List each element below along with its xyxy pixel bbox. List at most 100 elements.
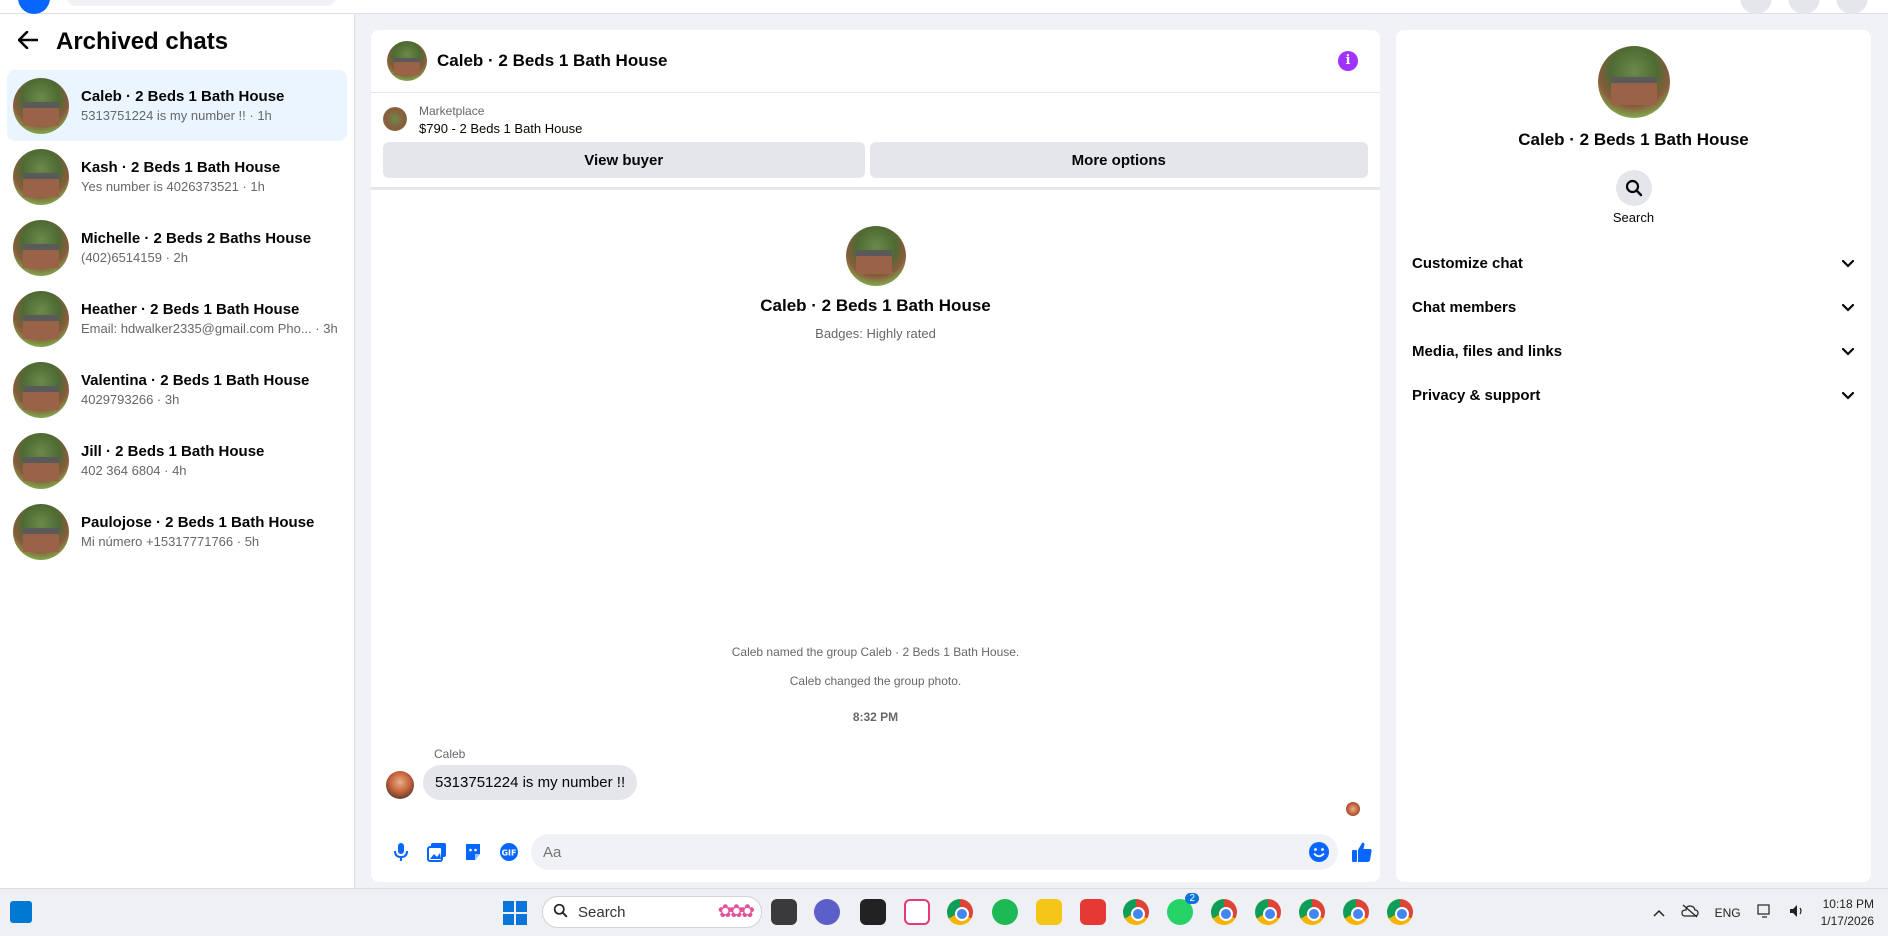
network-icon[interactable] [1757, 904, 1773, 921]
listing-price-title[interactable]: $790 - 2 Beds 1 Bath House [419, 120, 582, 138]
chat-preview: 5313751224 is my number !! · 1h [81, 107, 272, 123]
marketplace-label: Marketplace [419, 104, 485, 118]
taskbar-search[interactable]: Search ✿✿✿ [542, 896, 762, 928]
chrome-icon[interactable] [947, 899, 973, 925]
widgets-icon[interactable] [10, 901, 32, 923]
microphone-icon[interactable] [383, 834, 419, 870]
back-arrow-icon[interactable] [17, 28, 56, 56]
system-message: Caleb named the group Caleb · 2 Beds 1 B… [731, 645, 1020, 659]
section-chat-members[interactable]: Chat members [1396, 285, 1871, 329]
chrome-profile-icon[interactable] [1211, 899, 1237, 925]
chevron-down-icon [1841, 387, 1855, 404]
teams-icon[interactable] [814, 899, 840, 925]
facebook-search-input[interactable] [66, 0, 336, 6]
archived-chats-sidebar: Archived chats Caleb · 2 Beds 1 Bath Hou… [0, 14, 355, 888]
sender-avatar[interactable] [386, 771, 414, 799]
chat-item-michelle[interactable]: Michelle · 2 Beds 2 Baths House (402)651… [7, 212, 347, 283]
details-avatar[interactable] [1597, 46, 1670, 118]
chat-name: Jill · 2 Beds 1 Bath House [81, 442, 265, 460]
section-label: Privacy & support [1412, 386, 1541, 404]
chat-name: Heather · 2 Beds 1 Bath House [81, 300, 300, 318]
section-media-files-links[interactable]: Media, files and links [1396, 329, 1871, 373]
conversation-intro: Caleb · 2 Beds 1 Bath House Badges: High… [371, 226, 1380, 341]
chat-preview: Yes number is 4026373521 · 1h [81, 178, 265, 194]
chat-name: Michelle · 2 Beds 2 Baths House [81, 229, 312, 247]
chat-name: Caleb · 2 Beds 1 Bath House [81, 87, 285, 105]
chevron-up-icon[interactable] [1653, 906, 1665, 920]
gif-icon[interactable]: GIF [491, 834, 527, 870]
sidebar-title: Archived chats [56, 28, 229, 55]
chat-item-jill[interactable]: Jill · 2 Beds 1 Bath House 402 364 6804 … [7, 425, 347, 496]
search-label: Search [1612, 210, 1655, 225]
notifications-icon[interactable] [1788, 0, 1820, 14]
chat-item-kash[interactable]: Kash · 2 Beds 1 Bath House Yes number is… [7, 141, 347, 212]
taskbar-search-label: Search [578, 903, 626, 921]
chrome-profile-icon[interactable] [1299, 899, 1325, 925]
top-navigation-bar [0, 0, 1888, 14]
chat-name: Kash · 2 Beds 1 Bath House [81, 158, 281, 176]
chat-details-panel: Caleb · 2 Beds 1 Bath House Search Custo… [1396, 30, 1871, 882]
chat-item-valentina[interactable]: Valentina · 2 Beds 1 Bath House 40297932… [7, 354, 347, 425]
clock-time: 10:18 PM [1822, 896, 1874, 911]
listing-thumbnail[interactable] [383, 107, 407, 131]
volume-icon[interactable] [1789, 904, 1805, 921]
chrome-profile-icon[interactable] [1123, 899, 1149, 925]
system-message: Caleb changed the group photo. [789, 674, 962, 688]
message-bubble[interactable]: 5313751224 is my number !! [423, 765, 638, 800]
thumbs-up-icon[interactable] [1344, 834, 1380, 870]
message-input[interactable] [543, 843, 1283, 861]
snipping-tool-icon[interactable] [904, 899, 930, 925]
view-buyer-button[interactable]: View buyer [383, 142, 865, 178]
whatsapp-icon[interactable]: 2 [1167, 893, 1199, 925]
account-avatar[interactable] [1836, 0, 1868, 14]
task-view-icon[interactable] [771, 899, 797, 925]
chat-preview: Email: hdwalker2335@gmail.com Pho... · 3… [81, 320, 338, 336]
more-options-button[interactable]: More options [869, 142, 1368, 178]
info-icon[interactable]: i [1338, 51, 1358, 71]
conversation-avatar[interactable] [387, 41, 427, 81]
chat-item-paulojose[interactable]: Paulojose · 2 Beds 1 Bath House Mi númer… [7, 496, 347, 567]
section-label: Media, files and links [1412, 342, 1563, 360]
chat-preview: 4029793266 · 3h [81, 391, 180, 407]
notification-badge: 2 [1185, 893, 1199, 904]
sticker-icon[interactable] [455, 834, 491, 870]
search-icon[interactable] [1615, 170, 1652, 206]
chat-item-caleb[interactable]: Caleb · 2 Beds 1 Bath House 5313751224 i… [7, 70, 347, 141]
facebook-logo-icon[interactable] [18, 0, 50, 14]
menu-icon[interactable] [1740, 0, 1772, 14]
anydesk-icon[interactable] [1080, 899, 1106, 925]
cloud-offline-icon[interactable] [1680, 904, 1699, 921]
chevron-down-icon [1841, 343, 1855, 360]
section-privacy-support[interactable]: Privacy & support [1396, 373, 1871, 417]
language-indicator[interactable]: ENG [1715, 906, 1741, 920]
seen-indicator-avatar [1346, 802, 1360, 816]
chrome-profile-icon[interactable] [1387, 899, 1413, 925]
details-name: Caleb · 2 Beds 1 Bath House [1518, 130, 1749, 149]
chat-avatar [13, 290, 69, 347]
emoji-icon[interactable] [1308, 841, 1330, 868]
system-tray: ENG 10:18 PM 1/17/2026 [1653, 889, 1888, 936]
conversation-title[interactable]: Caleb · 2 Beds 1 Bath House [437, 51, 668, 71]
details-search[interactable]: Search [1396, 170, 1871, 225]
intro-name: Caleb · 2 Beds 1 Bath House [760, 296, 991, 315]
conversation-header: Caleb · 2 Beds 1 Bath House i [371, 30, 1380, 93]
clock-date: 1/17/2026 [1820, 913, 1874, 928]
conversation-panel: Caleb · 2 Beds 1 Bath House i Marketplac… [371, 30, 1380, 882]
chat-item-heather[interactable]: Heather · 2 Beds 1 Bath House Email: hdw… [7, 283, 347, 354]
sticky-notes-icon[interactable] [860, 899, 886, 925]
chrome-profile-icon[interactable] [1255, 899, 1281, 925]
start-icon[interactable] [503, 901, 527, 925]
taskbar-clock[interactable]: 10:18 PM 1/17/2026 [1821, 896, 1874, 930]
chat-name: Valentina · 2 Beds 1 Bath House [81, 371, 310, 389]
file-explorer-icon[interactable] [1036, 899, 1062, 925]
section-customize-chat[interactable]: Customize chat [1396, 241, 1871, 285]
windows-taskbar: Search ✿✿✿ 2 ENG 10:18 PM 1/17/2026 [0, 888, 1888, 935]
chrome-profile-icon[interactable] [1343, 899, 1369, 925]
chevron-down-icon [1841, 255, 1855, 272]
message-sender: Caleb [434, 747, 466, 761]
photo-icon[interactable] [419, 834, 455, 870]
spotify-icon[interactable] [992, 899, 1018, 925]
svg-text:GIF: GIF [501, 849, 516, 858]
chat-avatar [13, 432, 69, 489]
message-input-wrapper [531, 834, 1338, 870]
